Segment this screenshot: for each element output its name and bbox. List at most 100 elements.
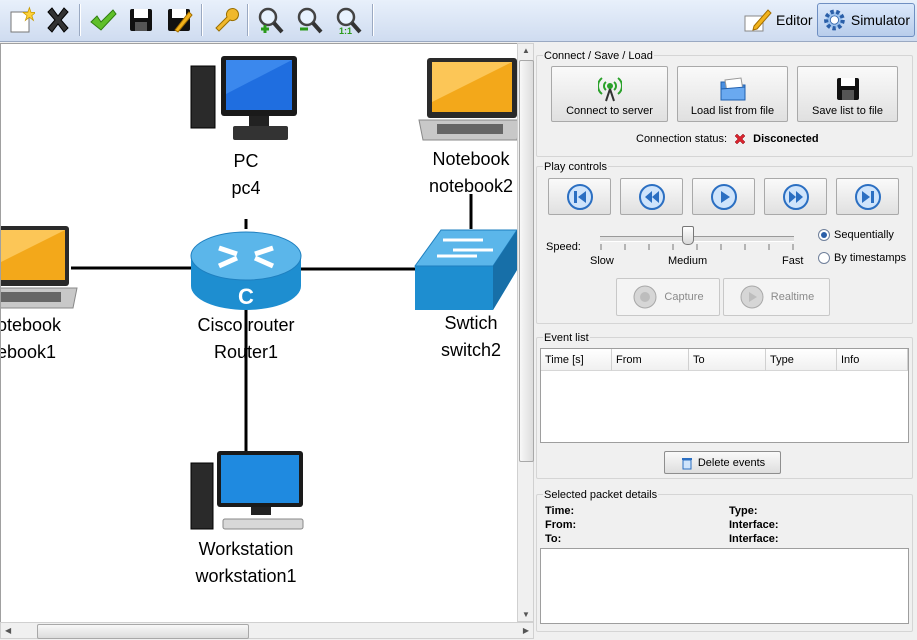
vertical-scroll-thumb[interactable] [519, 60, 534, 462]
realtime-button[interactable]: Realtime [723, 278, 830, 316]
zoom-in-icon[interactable] [253, 3, 287, 37]
speed-medium-label: Medium [668, 255, 708, 267]
node-name-label: switch2 [440, 340, 502, 360]
radio-by-timestamps-label: By timestamps [834, 252, 907, 264]
load-list-button[interactable]: Load list from file [677, 66, 788, 122]
toolbar: 1:1 Editor Simulator [0, 0, 917, 42]
rewind-button[interactable] [620, 178, 683, 215]
delete-icon[interactable] [41, 3, 75, 37]
column-header-to[interactable]: To [689, 349, 766, 371]
speed-slow-label: Slow [590, 255, 614, 267]
node-name-label: workstation1 [195, 566, 297, 586]
connect-group-title: Connect / Save / Load [543, 50, 654, 62]
detail-to-label: To: [545, 533, 562, 545]
skip-to-start-button[interactable] [548, 178, 611, 215]
save-label: Save list to file [812, 105, 883, 117]
connection-status-label: Connection status: [636, 133, 728, 145]
capture-icon [633, 285, 657, 309]
play-button[interactable] [692, 178, 755, 215]
load-label: Load list from file [690, 105, 775, 117]
node-type-label: Notebook [432, 149, 510, 169]
folder-icon [720, 77, 745, 101]
horizontal-scroll-thumb[interactable] [37, 624, 249, 639]
delete-events-button[interactable]: Delete events [664, 451, 781, 474]
detail-type-label: Type: [729, 505, 758, 517]
simulator-mode-button[interactable]: Simulator [817, 3, 915, 37]
node-type-label: otebook [0, 315, 62, 335]
skip-to-end-button[interactable] [836, 178, 899, 215]
column-header-info[interactable]: Info [837, 349, 908, 371]
node-name-label: pc4 [231, 178, 261, 198]
router-icon[interactable]: C [189, 226, 303, 314]
rewind-icon [638, 183, 665, 210]
detail-time-label: Time: [545, 505, 575, 517]
horizontal-scrollbar[interactable]: ◀ ▶ [0, 622, 534, 639]
network-canvas[interactable]: PC pc4 Notebook notebook2 otebook ebook1… [0, 43, 519, 624]
event-list-title: Event list [543, 332, 590, 344]
gear-icon [824, 9, 845, 31]
play-icon [710, 183, 737, 210]
column-header-time[interactable]: Time [s] [541, 349, 612, 371]
connect-to-server-button[interactable]: Connect to server [551, 66, 668, 122]
error-x-icon [734, 133, 746, 145]
event-table[interactable]: Time [s] From To Type Info [540, 348, 909, 443]
packet-details-title: Selected packet details [543, 489, 659, 501]
fast-forward-icon [782, 183, 809, 210]
play-controls-title: Play controls [543, 161, 608, 173]
speed-slider-thumb[interactable] [682, 226, 694, 245]
validate-icon[interactable] [86, 3, 120, 37]
editor-icon [744, 9, 772, 32]
radio-sequentially-label: Sequentially [834, 229, 894, 241]
skip-end-icon [854, 183, 881, 210]
connection-status: Connection status: Disconected [636, 132, 819, 146]
capture-button[interactable]: Capture [616, 278, 720, 316]
radio-by-timestamps[interactable]: By timestamps [818, 252, 906, 264]
trash-icon [681, 457, 692, 469]
node-type-label: PC [233, 151, 259, 171]
radio-sequentially[interactable]: Sequentially [818, 229, 894, 241]
column-header-type[interactable]: Type [766, 349, 837, 371]
svg-text:C: C [238, 284, 254, 309]
realtime-label: Realtime [770, 291, 815, 303]
connection-status-value: Disconected [753, 133, 819, 145]
capture-label: Capture [664, 291, 704, 303]
column-header-from[interactable]: From [612, 349, 689, 371]
save-as-icon[interactable] [162, 3, 196, 37]
new-icon[interactable] [4, 3, 38, 37]
delete-events-label: Delete events [697, 456, 766, 469]
notebook-icon[interactable] [1, 224, 81, 314]
speed-slider-ticks [600, 244, 794, 250]
realtime-icon [740, 285, 764, 309]
zoom-out-icon[interactable] [292, 3, 326, 37]
speed-slider-track[interactable] [600, 236, 794, 242]
node-name-label: notebook2 [428, 176, 514, 196]
node-name-label: Router1 [213, 342, 279, 362]
editor-mode-label: Editor [776, 12, 813, 28]
notebook-icon[interactable] [417, 56, 519, 146]
switch-icon[interactable] [413, 226, 519, 312]
settings-icon[interactable] [208, 3, 242, 37]
pc-icon[interactable] [189, 54, 303, 144]
node-name-label: ebook1 [0, 342, 57, 362]
node-type-label: Cisco router [197, 315, 295, 335]
detail-from-label: From: [545, 519, 577, 531]
connect-label: Connect to server [566, 105, 653, 117]
fast-forward-button[interactable] [764, 178, 827, 215]
workstation-icon[interactable] [189, 449, 305, 533]
save-list-button[interactable]: Save list to file [797, 66, 898, 122]
packet-details-textarea[interactable] [540, 548, 909, 624]
detail-interface-to-label: Interface: [729, 533, 779, 545]
editor-mode-button[interactable]: Editor [738, 3, 817, 37]
vertical-scrollbar[interactable]: ▲ ▼ [517, 43, 534, 622]
antenna-icon [597, 77, 622, 102]
skip-start-icon [566, 183, 593, 210]
save-icon[interactable] [124, 3, 158, 37]
speed-label: Speed: [546, 241, 581, 253]
node-type-label: Workstation [198, 539, 294, 559]
node-type-label: Swtich [444, 313, 498, 333]
svg-text:1:1: 1:1 [339, 26, 352, 35]
simulator-mode-label: Simulator [850, 12, 910, 28]
floppy-icon [836, 78, 859, 100]
speed-fast-label: Fast [782, 255, 804, 267]
zoom-reset-icon[interactable]: 1:1 [331, 3, 365, 37]
